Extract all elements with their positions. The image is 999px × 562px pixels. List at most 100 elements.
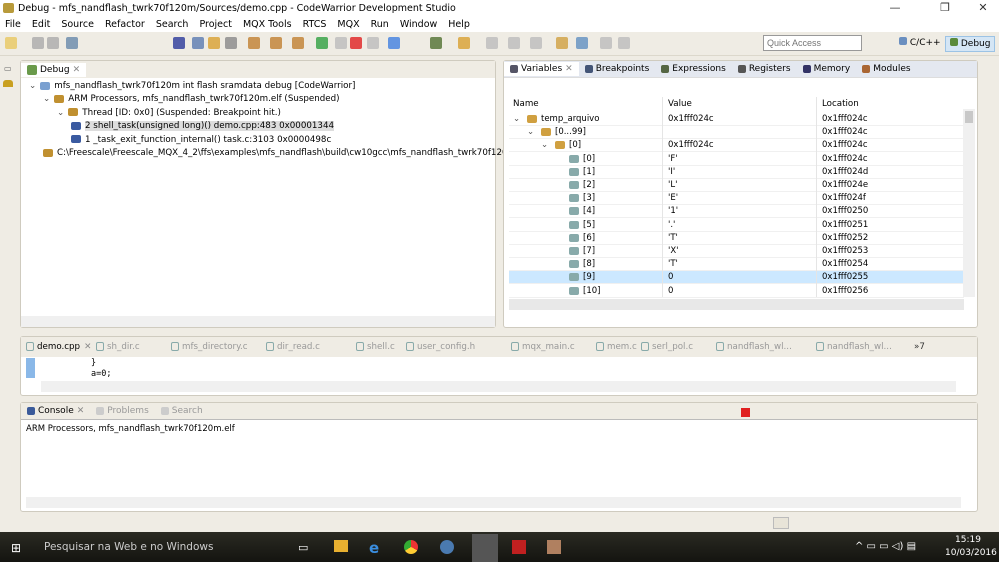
menu-project[interactable]: Project bbox=[199, 19, 232, 30]
breakpoint-stack-icon[interactable] bbox=[3, 80, 13, 87]
clock-time[interactable]: 15:19 bbox=[955, 535, 981, 545]
menu-run[interactable]: Run bbox=[371, 19, 389, 30]
debug-tree-item[interactable]: C:\Freescale\Freescale_MQX_4_2\ffs\examp… bbox=[43, 148, 525, 158]
debug-tree-item[interactable]: ⌄ Thread [ID: 0x0] (Suspended: Breakpoint… bbox=[57, 108, 281, 118]
toolbar-button-icon[interactable] bbox=[600, 37, 612, 49]
menu-edit[interactable]: Edit bbox=[32, 19, 50, 30]
app-icon[interactable] bbox=[440, 540, 454, 554]
debug-tree-item[interactable]: ⌄ mfs_nandflash_twrk70f120m int flash sra… bbox=[29, 81, 355, 91]
tab-breakpoints[interactable]: Breakpoints bbox=[579, 62, 656, 76]
code-text[interactable]: } a=0; bbox=[91, 358, 111, 380]
minimize-button[interactable]: — bbox=[880, 1, 910, 14]
toolbar-button-icon[interactable] bbox=[458, 37, 470, 49]
horizontal-scrollbar[interactable] bbox=[41, 381, 956, 392]
image-app-icon[interactable] bbox=[547, 540, 561, 554]
column-header-value[interactable]: Value bbox=[668, 99, 692, 109]
variable-row[interactable]: ⌄ temp_arquivo 0x1fff024c 0x1fff024c bbox=[509, 113, 964, 126]
toolbar-button-icon[interactable] bbox=[576, 37, 588, 49]
toolbar-button-icon[interactable] bbox=[173, 37, 185, 49]
toolbar-button-icon[interactable] bbox=[367, 37, 379, 49]
column-header-location[interactable]: Location bbox=[822, 99, 859, 109]
toolbar-button-icon[interactable] bbox=[530, 37, 542, 49]
more-tabs-button[interactable]: »7 bbox=[914, 342, 925, 352]
editor-tab[interactable]: user_config.h bbox=[406, 342, 475, 352]
chevron-down-icon[interactable]: ⌄ bbox=[29, 81, 36, 91]
editor-tab[interactable]: shell.c bbox=[356, 342, 395, 352]
tab-modules[interactable]: Modules bbox=[856, 62, 916, 76]
toolbar-button-icon[interactable] bbox=[192, 37, 204, 49]
variable-row[interactable]: [2] 'L' 0x1fff024e bbox=[509, 179, 964, 192]
tab-search[interactable]: Search bbox=[155, 404, 209, 418]
variable-row[interactable]: [3] 'E' 0x1fff024f bbox=[509, 192, 964, 206]
toolbar-button-icon[interactable] bbox=[618, 37, 630, 49]
toolbar-button-icon[interactable] bbox=[47, 37, 59, 49]
menu-help[interactable]: Help bbox=[448, 19, 470, 30]
variable-row[interactable]: [8] 'T' 0x1fff0254 bbox=[509, 258, 964, 272]
chevron-down-icon[interactable]: ⌄ bbox=[541, 140, 548, 150]
clock-date[interactable]: 10/03/2016 bbox=[945, 548, 997, 558]
horizontal-scrollbar[interactable] bbox=[21, 316, 495, 327]
tray-overflow-icon[interactable]: ^ ▭ ▭ ◁) ▤ bbox=[855, 541, 916, 552]
perspective-debug-button[interactable]: Debug bbox=[945, 36, 996, 52]
task-view-icon[interactable]: ▭ bbox=[298, 541, 308, 554]
chevron-down-icon[interactable]: ⌄ bbox=[57, 108, 64, 118]
toolbar-button-icon[interactable] bbox=[508, 37, 520, 49]
menu-refactor[interactable]: Refactor bbox=[105, 19, 145, 30]
variable-row[interactable]: [4] '1' 0x1fff0250 bbox=[509, 205, 964, 219]
variable-row[interactable]: ⌄ [0] 0x1fff024c 0x1fff024c bbox=[509, 139, 964, 153]
variable-row[interactable]: [0] 'F' 0x1fff024c bbox=[509, 153, 964, 166]
menu-mqx-tools[interactable]: MQX Tools bbox=[243, 19, 292, 30]
variable-row[interactable]: [6] 'T' 0x1fff0252 bbox=[509, 232, 964, 245]
menu-file[interactable]: File bbox=[5, 19, 21, 30]
editor-tab[interactable]: nandflash_wl... bbox=[716, 342, 792, 352]
horizontal-scrollbar[interactable] bbox=[26, 497, 961, 508]
vertical-scrollbar[interactable] bbox=[963, 109, 975, 297]
perspective-cc-button[interactable]: C/C++ bbox=[895, 36, 945, 52]
maximize-button[interactable]: ❐ bbox=[930, 1, 960, 14]
editor-tab[interactable]: dir_read.c bbox=[266, 342, 320, 352]
toolbar-button-icon[interactable] bbox=[556, 37, 568, 49]
menu-rtcs[interactable]: RTCS bbox=[303, 19, 327, 30]
menu-mqx[interactable]: MQX bbox=[337, 19, 359, 30]
codewarrior-task-icon[interactable] bbox=[472, 534, 498, 562]
toolbar-button-icon[interactable] bbox=[350, 37, 362, 49]
editor-tab[interactable]: serl_pol.c bbox=[641, 342, 693, 352]
chrome-icon[interactable] bbox=[404, 540, 418, 554]
variable-row[interactable]: [5] '.' 0x1fff0251 bbox=[509, 219, 964, 232]
editor-tab[interactable]: mfs_directory.c bbox=[171, 342, 248, 352]
menu-window[interactable]: Window bbox=[400, 19, 437, 30]
variable-row[interactable]: [9] 0 0x1fff0255 bbox=[509, 271, 964, 285]
toolbar-button-icon[interactable] bbox=[66, 37, 78, 49]
toolbar-button-icon[interactable] bbox=[32, 37, 44, 49]
tab-registers[interactable]: Registers bbox=[732, 62, 797, 76]
toolbar-button-icon[interactable] bbox=[208, 37, 220, 49]
toolbar-button-icon[interactable] bbox=[388, 37, 400, 49]
toolbar-button-icon[interactable] bbox=[430, 37, 442, 49]
tab-debug[interactable]: Debug ✕ bbox=[21, 62, 87, 77]
chevron-down-icon[interactable]: ⌄ bbox=[43, 94, 50, 104]
chevron-down-icon[interactable]: ⌄ bbox=[513, 114, 520, 124]
editor-tab[interactable]: mem.c bbox=[596, 342, 637, 352]
editor-tab[interactable]: demo.cpp ✕ bbox=[26, 342, 91, 352]
debug-tree-item[interactable]: ⌄ ARM Processors, mfs_nandflash_twrk70f12… bbox=[43, 94, 340, 104]
variable-row[interactable]: ⌄ [0...99] 0x1fff024c bbox=[509, 126, 964, 140]
windows-start-icon[interactable]: ⊞ bbox=[11, 541, 21, 555]
status-trim-icon[interactable] bbox=[773, 517, 789, 529]
toolbar-button-icon[interactable] bbox=[270, 37, 282, 49]
toolbar-button-icon[interactable] bbox=[248, 37, 260, 49]
menu-source[interactable]: Source bbox=[61, 19, 94, 30]
toolbar-button-icon[interactable] bbox=[292, 37, 304, 49]
variable-row[interactable]: [10] 0 0x1fff0256 bbox=[509, 285, 964, 298]
variable-row[interactable]: [7] 'X' 0x1fff0253 bbox=[509, 245, 964, 258]
file-explorer-icon[interactable] bbox=[334, 540, 348, 552]
toolbar-button-icon[interactable] bbox=[316, 37, 328, 49]
tab-memory[interactable]: Memory bbox=[797, 62, 857, 76]
variable-row[interactable]: [1] 'I' 0x1fff024d bbox=[509, 166, 964, 179]
restore-icon[interactable]: ▭ bbox=[4, 64, 12, 73]
chevron-down-icon[interactable]: ⌄ bbox=[527, 127, 534, 137]
toolbar-button-icon[interactable] bbox=[5, 37, 17, 49]
taskbar-search-box[interactable]: Pesquisar na Web e no Windows bbox=[44, 541, 213, 553]
editor-tab[interactable]: sh_dir.c bbox=[96, 342, 140, 352]
close-button[interactable]: ✕ bbox=[968, 1, 998, 14]
close-tab-icon[interactable]: ✕ bbox=[73, 65, 81, 75]
